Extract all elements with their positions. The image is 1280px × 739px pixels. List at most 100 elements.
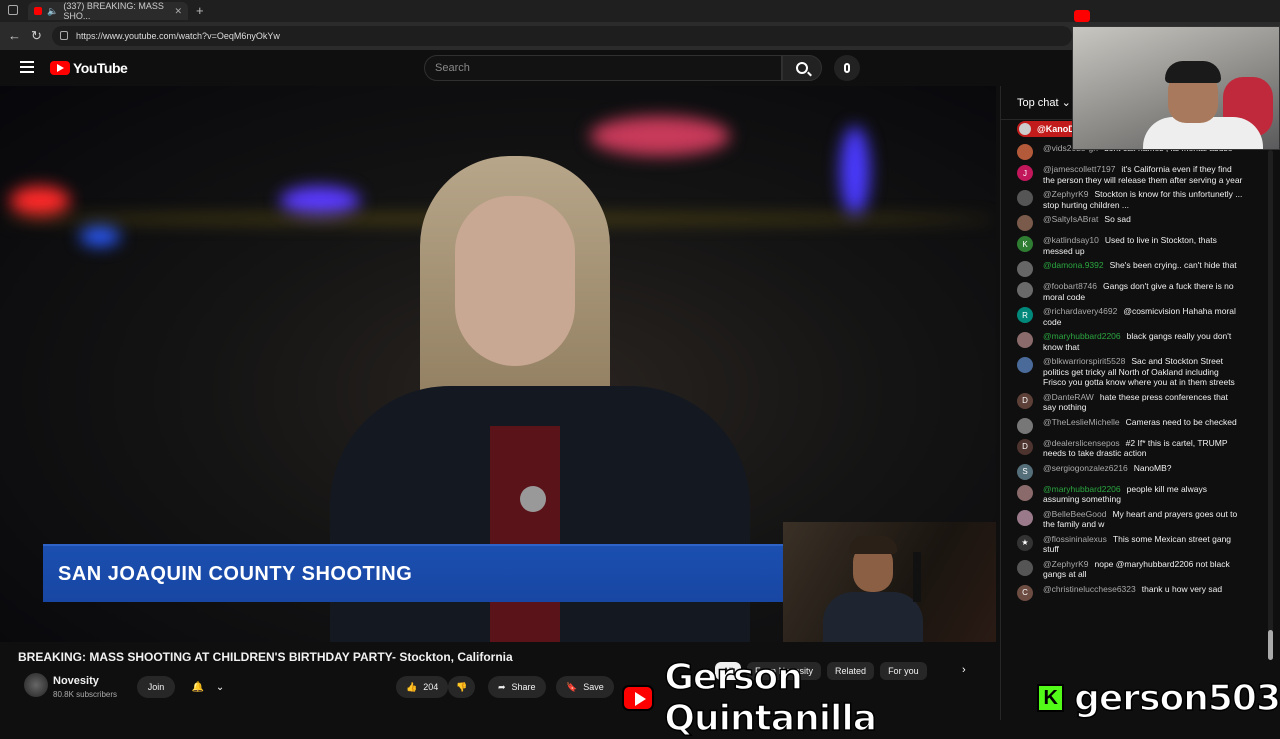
streamer-webcam [1072, 26, 1280, 150]
chat-avatar[interactable] [1017, 215, 1033, 231]
chat-avatar[interactable]: S [1017, 463, 1033, 480]
chat-author[interactable]: @blkwarriorspirit5528 [1043, 356, 1125, 366]
chat-avatar[interactable] [1017, 332, 1033, 348]
chat-avatar[interactable] [1017, 261, 1033, 277]
neon-sign [590, 116, 730, 156]
chat-avatar[interactable] [1017, 144, 1033, 160]
chat-message-body: @DanteRAW hate these press conferences th… [1043, 392, 1243, 413]
chat-author[interactable]: @sergiogonzalez6216 [1043, 463, 1128, 473]
chevron-down-icon: ⌄ [215, 681, 225, 693]
channel-avatar[interactable] [24, 673, 48, 697]
notification-bell-button[interactable]: 🔔 ⌄ [186, 676, 230, 698]
site-info-icon[interactable] [60, 31, 68, 40]
chat-author[interactable]: @dealerslicensepos [1043, 438, 1120, 448]
search-button[interactable] [782, 55, 822, 81]
chat-avatar[interactable]: K [1017, 236, 1033, 252]
thumbs-up-icon: 👍 [406, 681, 418, 692]
youtube-app-icon [1074, 10, 1090, 22]
chat-author[interactable]: @maryhubbard2206 [1043, 331, 1121, 341]
chat-author[interactable]: @foobart8746 [1043, 281, 1097, 291]
mute-tab-icon[interactable]: 🔈 [47, 6, 58, 17]
video-player[interactable]: SAN JOAQUIN COUNTY SHOOTING [0, 86, 996, 642]
chat-author[interactable]: @SaltyIsABrat [1043, 214, 1098, 224]
chat-avatar[interactable] [1017, 357, 1033, 373]
chat-text: NanoMB? [1133, 462, 1172, 473]
chat-scrollbar-thumb[interactable] [1268, 630, 1273, 660]
pip-cap [849, 536, 897, 554]
chat-message: J @jamescollett7197 it's California even i… [1001, 163, 1271, 185]
chat-message: @BelleBeeGood My heart and prayers goes o… [1001, 508, 1271, 530]
chat-avatar[interactable] [1017, 509, 1033, 526]
police-light-red [10, 186, 70, 216]
chat-message-body: @dealerslicensepos #2 If* this is cartel,… [1043, 438, 1243, 459]
chat-avatar[interactable] [1017, 282, 1033, 298]
chat-avatar[interactable] [1017, 484, 1033, 501]
news-lower-third: SAN JOAQUIN COUNTY SHOOTING [43, 544, 783, 602]
chat-message-body: @maryhubbard2206 people kill me always as… [1043, 484, 1243, 505]
search-input[interactable]: Search [424, 55, 782, 81]
top-chat-dropdown[interactable]: Top chat ⌄ [1017, 96, 1071, 109]
join-button[interactable]: Join [137, 676, 175, 698]
chat-message-body: @ZephyrK9 nope @maryhubbard2206 not black… [1043, 559, 1243, 580]
chat-avatar[interactable] [1017, 417, 1033, 434]
chat-author[interactable]: @damona.9392 [1043, 260, 1104, 270]
search-placeholder: Search [435, 62, 470, 74]
chat-author[interactable]: @BelleBeeGood [1043, 509, 1106, 519]
reload-icon[interactable]: ↻ [31, 28, 42, 44]
menu-icon[interactable] [20, 61, 34, 73]
window-menu-icon[interactable] [8, 5, 18, 15]
chat-avatar[interactable]: D [1017, 392, 1033, 409]
chat-author[interactable]: @ZephyrK9 [1043, 559, 1088, 569]
streamer-picture-in-picture [783, 522, 996, 642]
kick-logo-icon: K [1037, 684, 1065, 712]
chat-scrollbar[interactable] [1268, 150, 1273, 660]
chat-message: R @richardavery4692 @cosmicvision Hahaha m… [1001, 305, 1271, 327]
chat-messages-list: @vids2025-ghdont call names , its mental… [1001, 142, 1271, 670]
subscriber-count: 80.8K subscribers [53, 690, 118, 699]
channel-name[interactable]: Novesity [53, 675, 99, 687]
chat-avatar[interactable]: ★ [1017, 534, 1033, 551]
chat-text: Cameras need to be checked [1125, 416, 1237, 427]
chat-avatar[interactable]: J [1017, 165, 1033, 181]
chat-avatar[interactable]: D [1017, 438, 1033, 455]
browser-tab[interactable]: 🔈 (337) BREAKING: MASS SHO... ✕ [28, 1, 188, 21]
chevron-down-icon: ⌄ [1061, 97, 1071, 109]
chat-author[interactable]: @jamescollett7197 [1043, 164, 1115, 174]
chat-message: @ZephyrK9 nope @maryhubbard2206 not black… [1001, 558, 1271, 580]
chat-avatar[interactable]: R [1017, 307, 1033, 323]
chat-author[interactable]: @ZephyrK9 [1043, 189, 1088, 199]
chat-author[interactable]: @DanteRAW [1043, 392, 1094, 402]
search-icon [796, 62, 808, 74]
like-count: 204 [423, 682, 439, 692]
save-button[interactable]: 🔖 Save [556, 676, 614, 698]
chat-author[interactable]: @maryhubbard2206 [1043, 484, 1121, 494]
chat-message: @blkwarriorspirit5528 Sac and Stockton St… [1001, 355, 1271, 388]
youtube-logo[interactable]: YouTube [50, 60, 128, 76]
chat-message-body: @SaltyIsABrat So sad [1043, 214, 1243, 231]
chat-avatar[interactable] [1017, 559, 1033, 576]
chat-message-body: @flossininalexus This some Mexican street… [1043, 534, 1243, 555]
share-button[interactable]: ➦ Share [488, 676, 546, 698]
save-label: Save [583, 682, 604, 692]
share-label: Share [511, 682, 536, 692]
like-button[interactable]: 👍 204 [396, 676, 449, 698]
chat-author[interactable]: @TheLeslieMichelle [1043, 417, 1120, 427]
chat-author[interactable]: @flossininalexus [1043, 534, 1107, 544]
back-icon[interactable]: ← [8, 28, 21, 43]
dislike-button[interactable]: 👎 [448, 676, 476, 698]
chat-message: K @katlindsay10 Used to live in Stockton, … [1001, 234, 1271, 256]
close-tab-icon[interactable]: ✕ [174, 6, 182, 17]
chat-author[interactable]: @katlindsay10 [1043, 235, 1099, 245]
chat-avatar[interactable] [1017, 190, 1033, 206]
chat-message: D @dealerslicensepos #2 If* this is cartel… [1001, 437, 1271, 459]
share-icon: ➦ [498, 681, 506, 692]
new-tab-icon[interactable]: + [196, 3, 204, 18]
webcam-hair [1165, 61, 1221, 83]
chat-message-body: @richardavery4692 @cosmicvision Hahaha mo… [1043, 306, 1243, 327]
voice-search-button[interactable] [834, 55, 860, 81]
url-field[interactable]: https://www.youtube.com/watch?v=OeqM6nyO… [52, 26, 1072, 46]
chat-author[interactable]: @christinelucchese6323 [1043, 584, 1136, 594]
police-light-blue-3 [840, 126, 870, 216]
chat-avatar[interactable]: C [1017, 584, 1033, 601]
chat-author[interactable]: @richardavery4692 [1043, 306, 1117, 316]
